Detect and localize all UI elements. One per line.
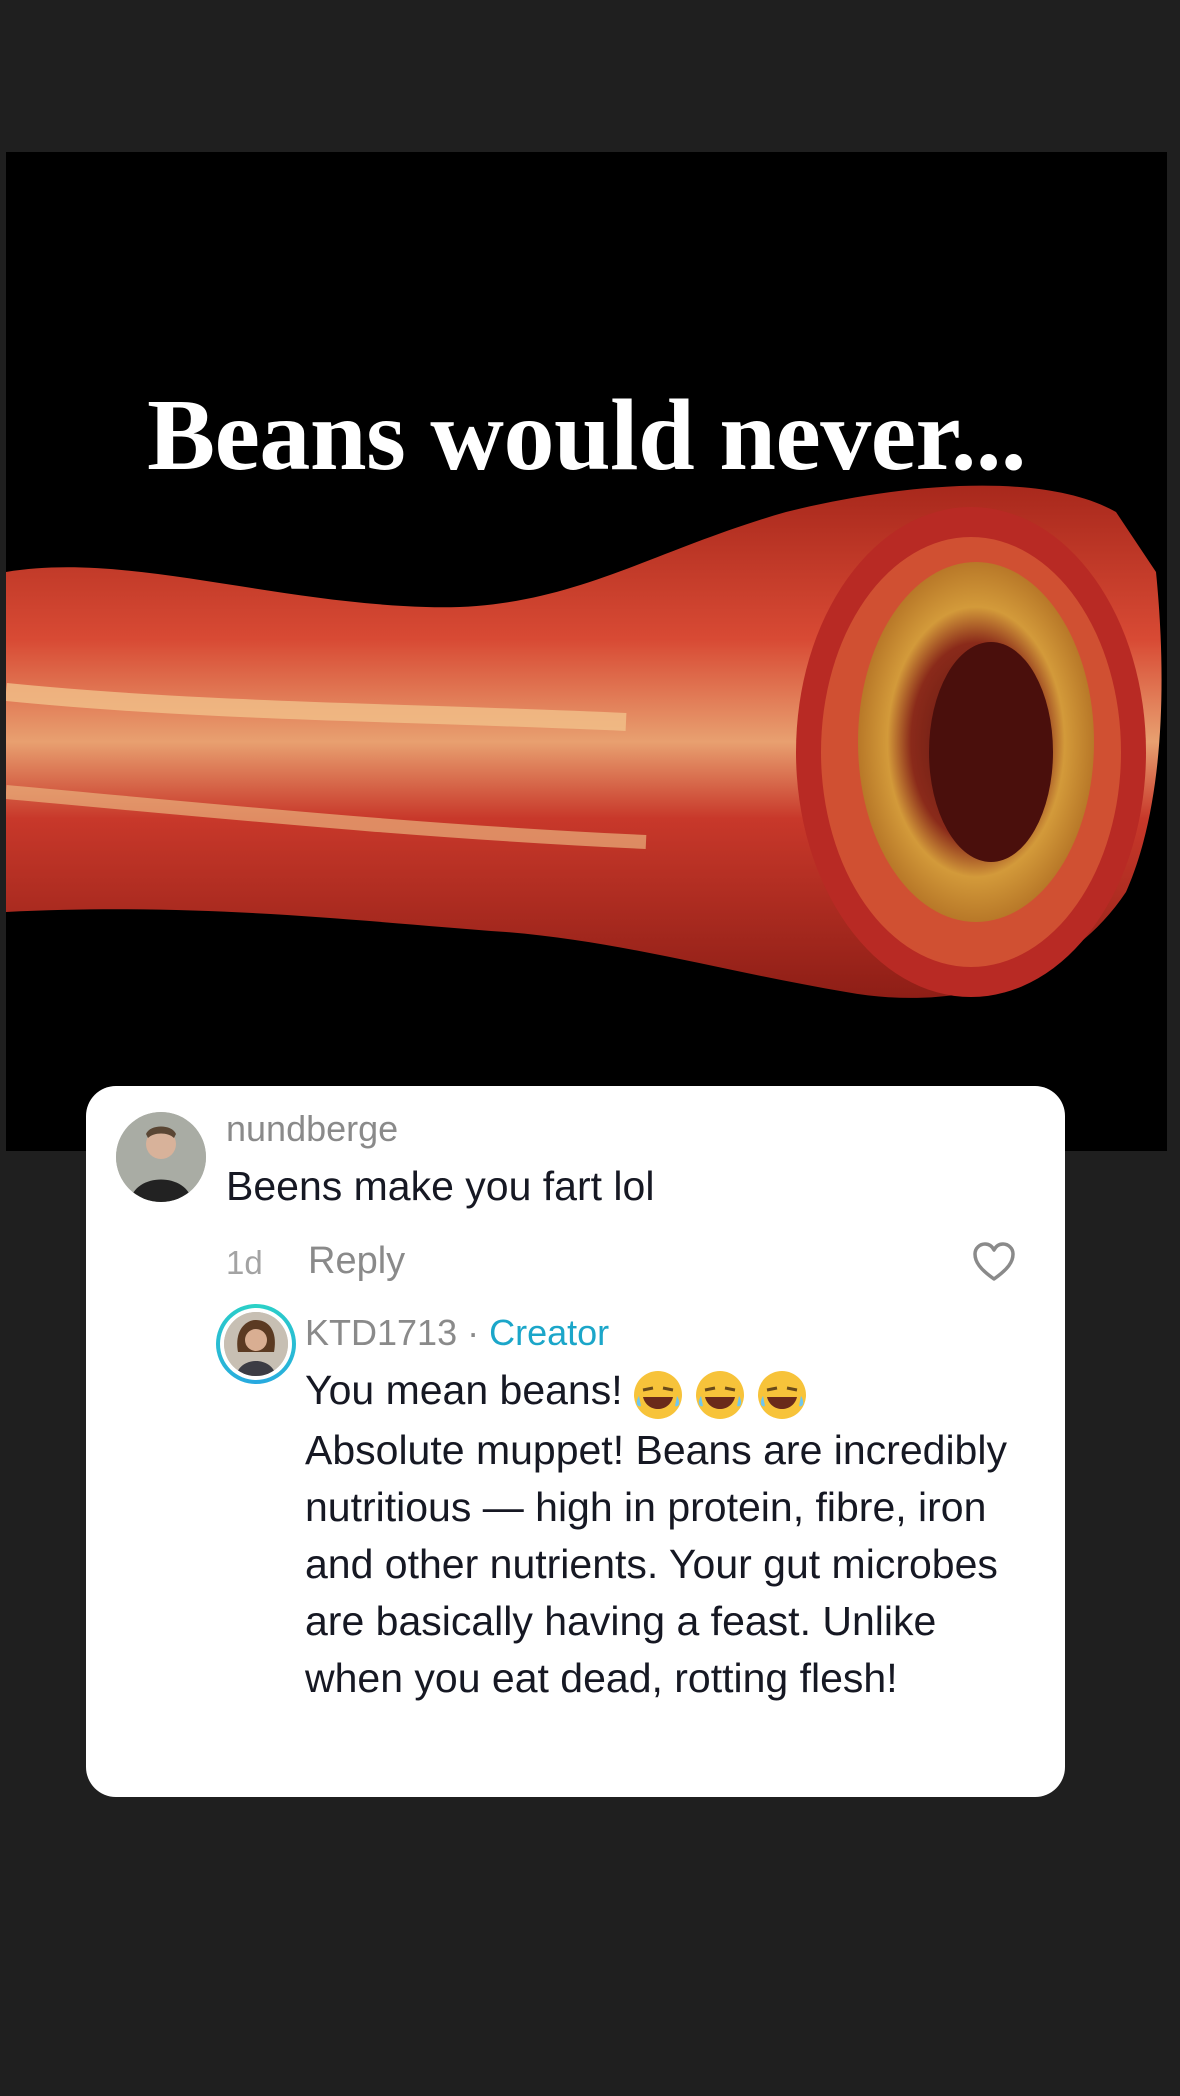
creator-badge: Creator <box>489 1312 610 1353</box>
comment-text: Beens make you fart lol <box>226 1163 655 1209</box>
separator-dot: · <box>457 1312 490 1353</box>
creator-avatar-image <box>224 1312 288 1376</box>
bacon-artery-illustration <box>6 485 1162 998</box>
comment-username[interactable]: nundberge <box>226 1108 398 1150</box>
story-image: Beans would never... <box>6 152 1167 1151</box>
laughing-emoji-icon <box>631 1368 685 1422</box>
comment-card: nundberge Beens make you fart lol 1d Rep… <box>86 1086 1065 1797</box>
reply-button[interactable]: Reply <box>308 1240 405 1283</box>
comment-timestamp: 1d <box>226 1244 263 1281</box>
laughing-emoji-icon <box>755 1368 809 1422</box>
laughing-emoji-group <box>631 1364 817 1422</box>
user-avatar-image <box>116 1112 206 1202</box>
reply-username-line: KTD1713 · Creator <box>305 1312 609 1354</box>
creator-avatar[interactable] <box>216 1304 296 1384</box>
meme-title: Beans would never... <box>147 379 1026 492</box>
reply-text-lead: You mean beans! <box>305 1367 623 1413</box>
reply-text: You mean beans! Absolute muppet! Beans a… <box>305 1362 1045 1707</box>
comment-actions: 1d Reply <box>226 1236 1026 1292</box>
reply-username[interactable]: KTD1713 <box>305 1312 457 1353</box>
avatar[interactable] <box>116 1112 206 1202</box>
reply-text-body: Absolute muppet! Beans are incredibly nu… <box>305 1427 1007 1702</box>
heart-icon[interactable] <box>970 1238 1018 1286</box>
laughing-emoji-icon <box>693 1368 747 1422</box>
